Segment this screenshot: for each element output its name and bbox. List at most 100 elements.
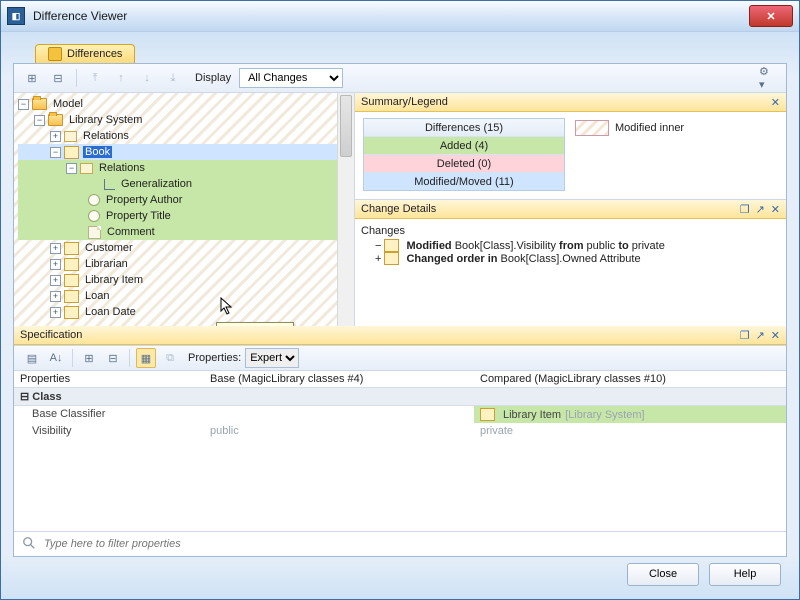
spec-row-visibility[interactable]: Visibility public private — [14, 423, 786, 439]
package-icon — [64, 131, 77, 142]
tree-toggle[interactable]: + — [50, 243, 61, 254]
changes-group: Changes — [361, 225, 780, 237]
tree-toggle[interactable]: + — [50, 291, 61, 302]
tree-node[interactable]: Customer — [83, 242, 135, 254]
tree-node[interactable]: Relations — [97, 162, 147, 174]
tree-toggle[interactable]: + — [375, 253, 381, 265]
panel-close-icon[interactable]: ✕ — [771, 203, 780, 216]
spec-title: Specification — [20, 329, 82, 341]
tree-node[interactable]: Property Title — [104, 210, 173, 222]
window-close-button[interactable]: ✕ — [749, 5, 793, 27]
tree-node-book[interactable]: Book — [83, 146, 112, 158]
expand-all-icon[interactable]: ⊞ — [22, 68, 42, 88]
tree-toggle[interactable]: + — [50, 259, 61, 270]
tree-node[interactable]: Loan Date — [83, 306, 138, 318]
titlebar: ◧ Difference Viewer ✕ — [1, 1, 799, 32]
prop-compared: Library Item [Library System] — [474, 406, 786, 423]
class-icon — [64, 146, 79, 159]
properties-select[interactable]: Expert — [245, 348, 299, 368]
differences-table: Differences (15) Added (4) Deleted (0) M… — [363, 118, 565, 191]
panel-external-icon[interactable]: ↗ — [756, 203, 765, 216]
tree-node[interactable]: Library System — [67, 114, 144, 126]
search-icon — [22, 536, 36, 553]
diff-row-added[interactable]: Added (4) — [364, 137, 564, 155]
change-line[interactable]: − Modified Book[Class].Visibility from p… — [375, 239, 780, 252]
panel-close-icon[interactable]: ✕ — [771, 96, 780, 109]
class-icon — [384, 239, 399, 252]
col-base[interactable]: Base (MagicLibrary classes #4) — [204, 371, 474, 387]
nav-up-icon[interactable]: ↑ — [111, 68, 131, 88]
panel-external-icon[interactable]: ↗ — [756, 329, 765, 342]
tab-differences[interactable]: Differences — [35, 44, 135, 64]
window-root: ◧ Difference Viewer ✕ Differences ⊞ ⊟ ⤒ … — [0, 0, 800, 600]
app-icon: ◧ — [7, 7, 25, 25]
spec-row-base-classifier[interactable]: Base Classifier Library Item [Library Sy… — [14, 406, 786, 423]
diff-row-modified[interactable]: Modified/Moved (11) — [364, 173, 564, 190]
panel-restore-icon[interactable]: ❐ — [740, 329, 750, 342]
col-properties[interactable]: Properties — [14, 371, 204, 387]
tree-toggle[interactable]: + — [50, 307, 61, 318]
spec-col-headers: Properties Base (MagicLibrary classes #4… — [14, 371, 786, 387]
spec-collapse-icon[interactable]: ⊟ — [103, 348, 123, 368]
tree-toggle[interactable]: − — [18, 99, 29, 110]
spec-panel: ▤ A↓ ⊞ ⊟ ▦ ⧉ Properties: Expert — [14, 345, 786, 556]
close-button[interactable]: Close — [627, 563, 699, 586]
package-icon — [80, 163, 93, 174]
model-tree-pane: −Model −Library System +Relations −Book … — [14, 93, 355, 326]
class-icon — [64, 274, 79, 287]
col-compared[interactable]: Compared (MagicLibrary classes #10) — [474, 371, 786, 387]
tree-toggle[interactable]: − — [66, 163, 77, 174]
class-icon — [64, 258, 79, 271]
tab-label: Differences — [67, 48, 122, 60]
panel-restore-icon[interactable]: ❐ — [740, 203, 750, 216]
legend-modified-inner: Modified inner — [575, 120, 684, 136]
class-icon — [480, 408, 495, 421]
collapse-all-icon[interactable]: ⊟ — [48, 68, 68, 88]
panel-close-icon[interactable]: ✕ — [771, 329, 780, 342]
spec-grid: Properties Base (MagicLibrary classes #4… — [14, 371, 786, 531]
spec-filter-input[interactable] — [42, 537, 778, 551]
prop-compared: private — [474, 423, 786, 439]
spec-expand-icon[interactable]: ⊞ — [79, 348, 99, 368]
main-toolbar: ⊞ ⊟ ⤒ ↑ ↓ ⤓ Display All Changes ⚙ ▾ — [14, 64, 786, 93]
spec-grid-icon[interactable]: ▦ — [136, 348, 156, 368]
main-panel: ⊞ ⊟ ⤒ ↑ ↓ ⤓ Display All Changes ⚙ ▾ −Mo — [13, 63, 787, 557]
prop-name: Base Classifier — [14, 406, 204, 423]
details-body: Changes − Modified Book[Class].Visibilit… — [355, 219, 786, 326]
class-icon — [64, 306, 79, 319]
tooltip-new-element: New element — [216, 322, 294, 326]
class-icon — [64, 290, 79, 303]
change-line[interactable]: + Changed order in Book[Class].Owned Att… — [375, 252, 780, 265]
nav-up-first-icon[interactable]: ⤒ — [85, 68, 105, 88]
settings-gear-icon[interactable]: ⚙ ▾ — [758, 68, 778, 88]
tree-node-model[interactable]: Model — [51, 98, 85, 110]
display-label: Display — [195, 72, 231, 84]
display-select[interactable]: All Changes — [239, 68, 343, 88]
tree-toggle[interactable]: − — [34, 115, 45, 126]
summary-header: Summary/Legend ✕ — [355, 93, 786, 112]
tree-node[interactable]: Generalization — [119, 178, 194, 190]
spec-category[interactable]: ⊟ Class — [14, 387, 786, 406]
tree-scrollbar[interactable] — [337, 93, 354, 326]
spec-link-icon[interactable]: ⧉ — [160, 348, 180, 368]
tree-toggle[interactable]: + — [50, 131, 61, 142]
tree-toggle[interactable]: + — [50, 275, 61, 286]
details-header: Change Details ❐ ↗ ✕ — [355, 200, 786, 219]
spec-sort-icon[interactable]: A↓ — [46, 348, 66, 368]
model-tree[interactable]: −Model −Library System +Relations −Book … — [14, 93, 354, 326]
tree-node[interactable]: Relations — [81, 130, 131, 142]
tree-node[interactable]: Library Item — [83, 274, 145, 286]
diff-row-deleted[interactable]: Deleted (0) — [364, 155, 564, 173]
class-icon — [384, 252, 399, 265]
tree-node[interactable]: Loan — [83, 290, 111, 302]
nav-down-last-icon[interactable]: ⤓ — [163, 68, 183, 88]
tree-node[interactable]: Property Author — [104, 194, 184, 206]
help-button[interactable]: Help — [709, 563, 781, 586]
tree-node[interactable]: Librarian — [83, 258, 130, 270]
tree-node[interactable]: Comment — [105, 226, 157, 238]
client-area: Differences ⊞ ⊟ ⤒ ↑ ↓ ⤓ Display All Chan… — [1, 32, 799, 599]
tree-toggle[interactable]: − — [50, 147, 61, 158]
nav-down-icon[interactable]: ↓ — [137, 68, 157, 88]
cursor-icon — [220, 297, 234, 315]
spec-view1-icon[interactable]: ▤ — [22, 348, 42, 368]
